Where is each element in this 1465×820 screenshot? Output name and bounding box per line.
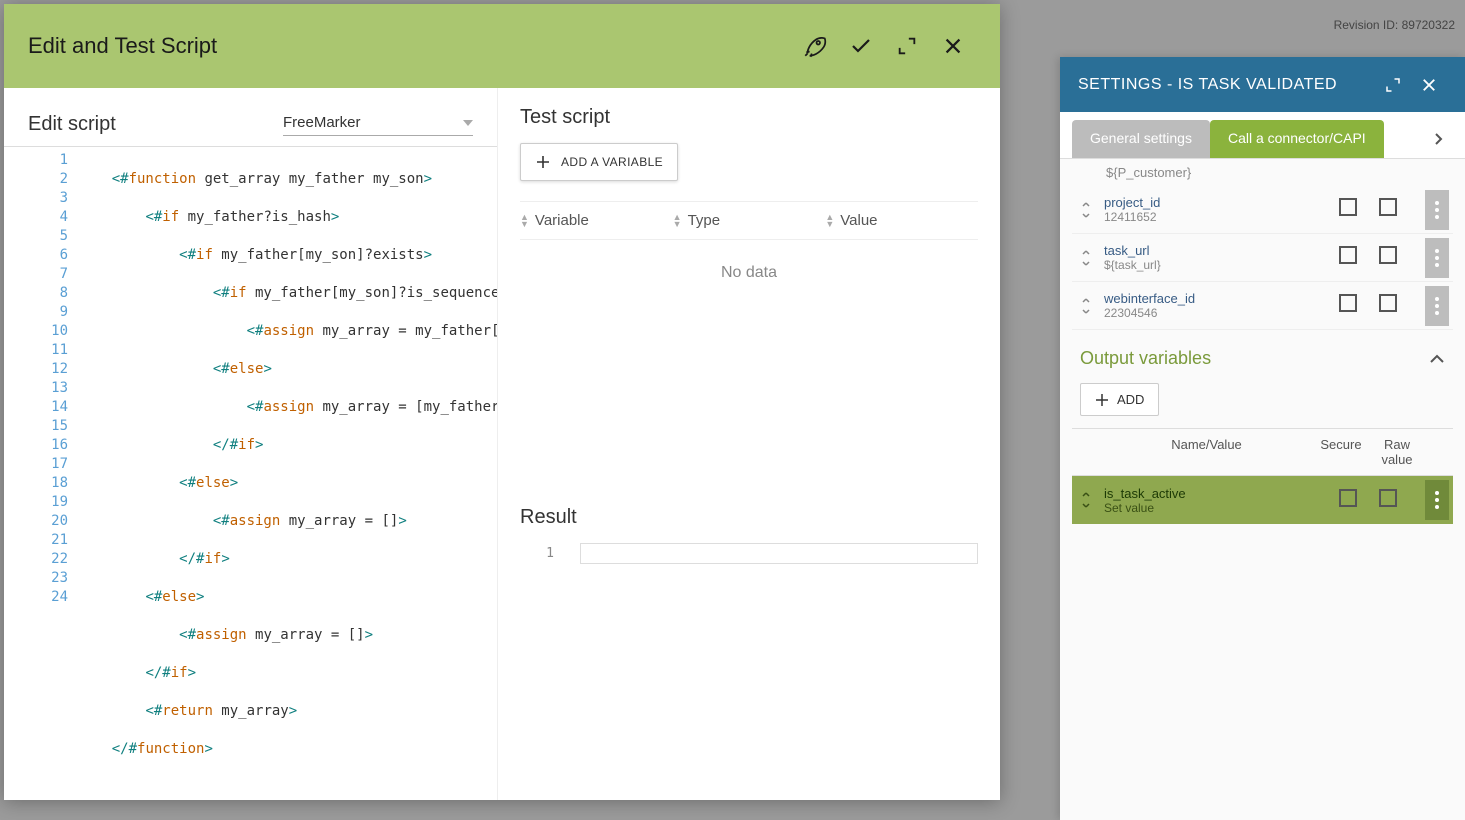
tab-general-settings[interactable]: General settings: [1072, 120, 1210, 158]
add-output-var-button[interactable]: ADD: [1080, 383, 1159, 416]
col-variable[interactable]: ▲▼Variable: [520, 212, 673, 229]
code-content[interactable]: <#function get_array my_father my_son> <…: [78, 147, 497, 800]
result-line-number: 1: [520, 543, 580, 564]
code-editor[interactable]: 123456789101112131415161718192021222324 …: [4, 146, 497, 800]
drag-handle-icon[interactable]: [1072, 490, 1100, 510]
output-variables-heading: Output variables: [1072, 330, 1453, 377]
modal-title: Edit and Test Script: [28, 33, 792, 59]
dropdown-icon: [463, 120, 473, 126]
edit-script-pane: Edit script FreeMarker 12345678910111213…: [4, 88, 498, 800]
tab-call-connector[interactable]: Call a connector/CAPI: [1210, 120, 1384, 158]
close-icon[interactable]: [1411, 67, 1447, 103]
secure-checkbox[interactable]: [1339, 198, 1379, 221]
secure-checkbox[interactable]: [1339, 246, 1379, 269]
edit-script-heading: Edit script: [28, 113, 116, 136]
settings-panel-header: SETTINGS - IS TASK VALIDATED: [1060, 57, 1465, 112]
row-menu-icon[interactable]: [1425, 480, 1449, 520]
settings-body: ${P_customer} project_id 12411652 task_u…: [1060, 159, 1465, 524]
secure-checkbox[interactable]: [1339, 489, 1379, 512]
sort-icon: ▲▼: [520, 214, 529, 228]
raw-checkbox[interactable]: [1379, 294, 1425, 317]
drag-handle-icon[interactable]: [1072, 296, 1100, 316]
var-name-value[interactable]: is_task_active Set value: [1100, 480, 1339, 521]
raw-checkbox[interactable]: [1379, 246, 1425, 269]
collapse-section-icon[interactable]: [1429, 354, 1445, 364]
add-variable-button[interactable]: ADD A VARIABLE: [520, 143, 678, 181]
close-icon[interactable]: [930, 23, 976, 69]
var-name-value[interactable]: task_url ${task_url}: [1100, 237, 1339, 278]
test-script-heading: Test script: [520, 106, 978, 129]
input-var-row: webinterface_id 22304546: [1072, 282, 1453, 330]
output-var-row[interactable]: is_task_active Set value: [1072, 476, 1453, 524]
result-heading: Result: [520, 506, 978, 529]
col-type[interactable]: ▲▼Type: [673, 212, 826, 229]
col-value[interactable]: ▲▼Value: [825, 212, 978, 229]
no-data-label: No data: [520, 240, 978, 306]
test-vars-table-header: ▲▼Variable ▲▼Type ▲▼Value: [520, 201, 978, 240]
settings-tabs: General settings Call a connector/CAPI: [1060, 112, 1465, 159]
rocket-icon[interactable]: [792, 23, 838, 69]
drag-handle-icon[interactable]: [1072, 200, 1100, 220]
raw-checkbox[interactable]: [1379, 198, 1425, 221]
drag-handle-icon[interactable]: [1072, 248, 1100, 268]
revision-id-label: Revision ID: 89720322: [1334, 18, 1455, 32]
row-menu-icon[interactable]: [1425, 238, 1449, 278]
result-content[interactable]: [580, 543, 978, 564]
var-name-value[interactable]: webinterface_id 22304546: [1100, 285, 1339, 326]
modal-header: Edit and Test Script: [4, 4, 1000, 88]
tab-scroll-right-icon[interactable]: [1423, 120, 1453, 158]
language-select[interactable]: FreeMarker: [283, 110, 473, 136]
input-var-row: project_id 12411652: [1072, 186, 1453, 234]
edit-script-modal: Edit and Test Script Edit script FreeMar…: [4, 4, 1000, 800]
settings-panel: SETTINGS - IS TASK VALIDATED General set…: [1060, 57, 1465, 820]
var-name-value[interactable]: project_id 12411652: [1100, 189, 1339, 230]
row-menu-icon[interactable]: [1425, 190, 1449, 230]
secure-checkbox[interactable]: [1339, 294, 1379, 317]
sort-icon: ▲▼: [673, 214, 682, 228]
row-menu-icon[interactable]: [1425, 286, 1449, 326]
test-script-pane: Test script ADD A VARIABLE ▲▼Variable ▲▼…: [498, 88, 1000, 800]
result-output: 1: [520, 543, 978, 564]
raw-checkbox[interactable]: [1379, 489, 1425, 512]
line-gutter: 123456789101112131415161718192021222324: [4, 147, 78, 800]
truncated-var-value: ${P_customer}: [1072, 159, 1453, 186]
input-var-row: task_url ${task_url}: [1072, 234, 1453, 282]
settings-panel-title: SETTINGS - IS TASK VALIDATED: [1078, 76, 1375, 94]
fullscreen-icon[interactable]: [884, 23, 930, 69]
check-icon[interactable]: [838, 23, 884, 69]
output-table-header: Name/Value Secure Raw value: [1072, 428, 1453, 476]
sort-icon: ▲▼: [825, 214, 834, 228]
expand-icon[interactable]: [1375, 67, 1411, 103]
